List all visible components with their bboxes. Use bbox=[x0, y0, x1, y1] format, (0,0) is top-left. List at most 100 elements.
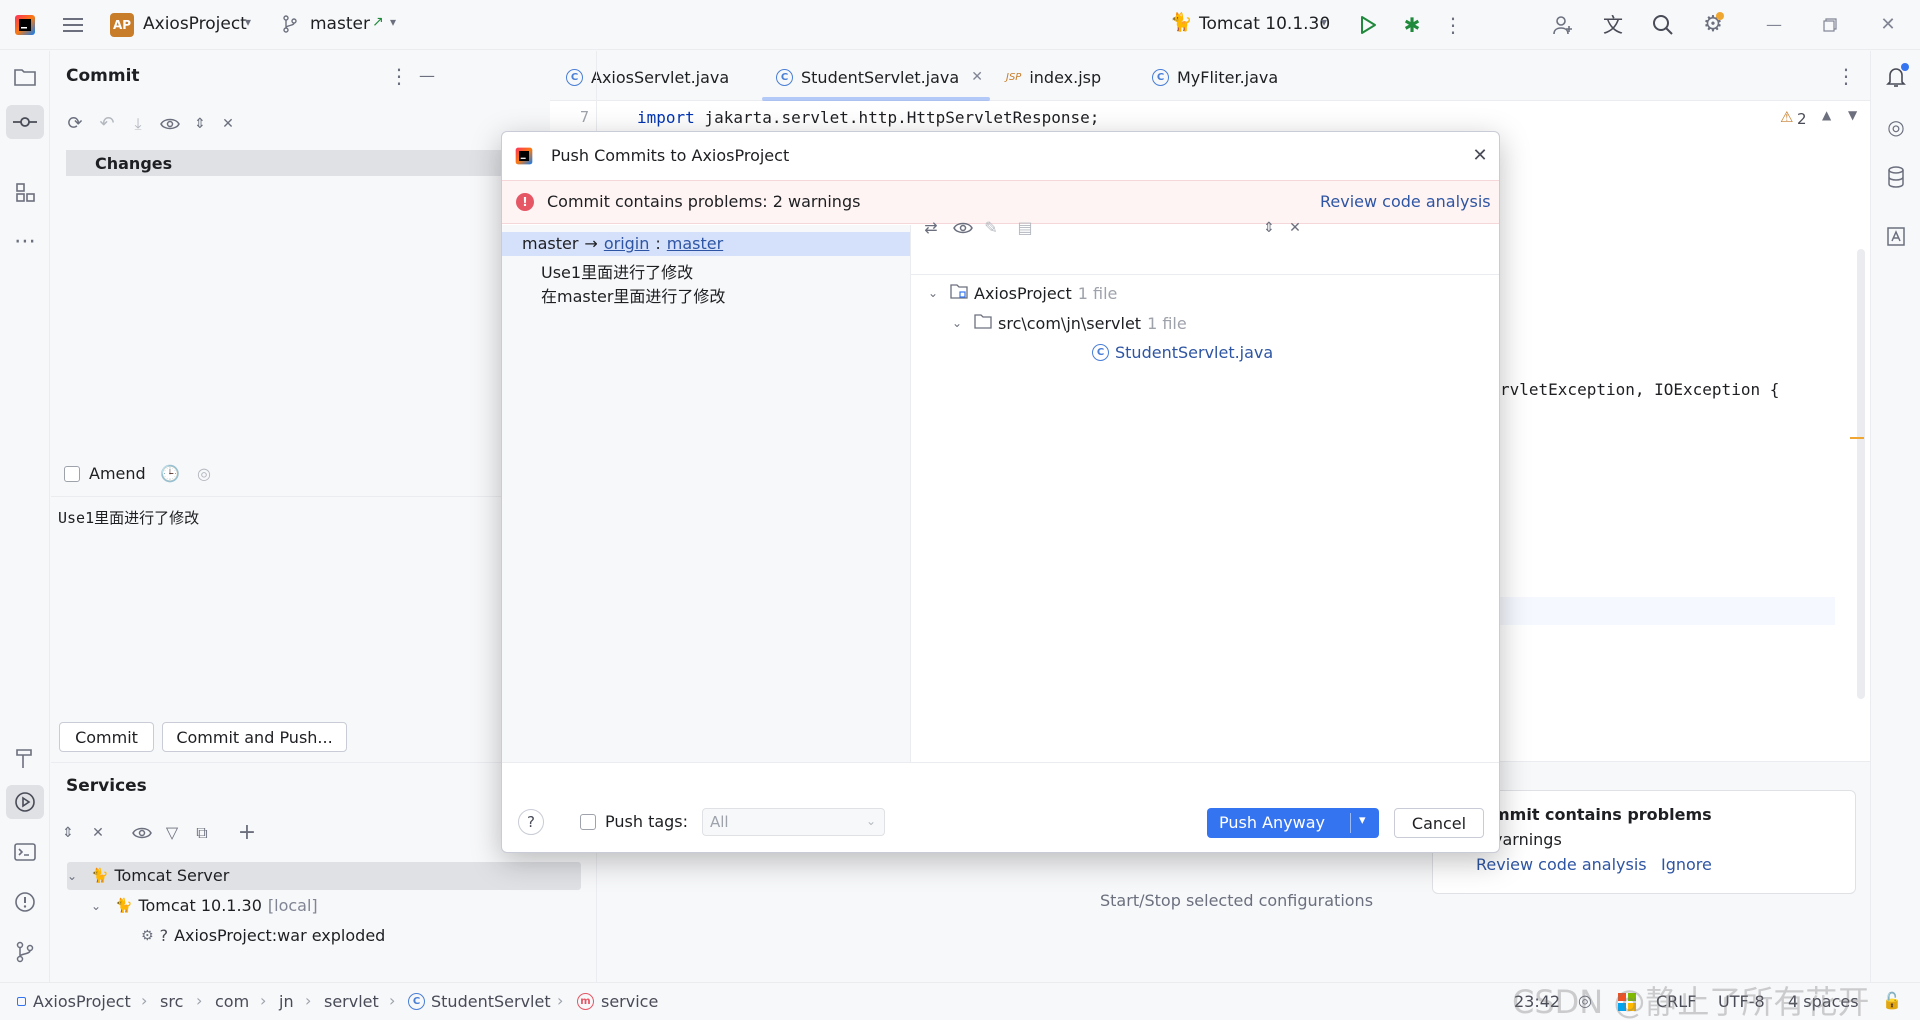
translation-icon[interactable] bbox=[1883, 223, 1909, 249]
breadcrumb-project[interactable]: AxiosProject bbox=[33, 992, 131, 1011]
breadcrumb-method[interactable]: service bbox=[601, 992, 658, 1011]
chevron-down-icon[interactable]: ▾ bbox=[245, 16, 251, 28]
run-config-name[interactable]: Tomcat 10.1.30 bbox=[1199, 14, 1330, 34]
help-button[interactable]: ? bbox=[518, 809, 544, 835]
ai-assistant-icon[interactable]: ◎ bbox=[1883, 114, 1909, 140]
terminal-icon[interactable] bbox=[12, 839, 38, 865]
files-tree-file[interactable]: C StudentServlet.java bbox=[1092, 343, 1273, 362]
remote-link[interactable]: origin bbox=[604, 234, 650, 253]
breadcrumb-servlet[interactable]: servlet bbox=[324, 992, 379, 1011]
more-tools-icon[interactable]: ⋯ bbox=[12, 229, 38, 255]
breadcrumb-src[interactable]: src bbox=[160, 992, 183, 1011]
commit-button[interactable]: Commit bbox=[59, 722, 154, 752]
push-anyway-button[interactable]: Push Anyway ▾ bbox=[1207, 808, 1379, 838]
more-vertical-icon[interactable]: ⋮ bbox=[389, 64, 409, 88]
view-options-eye-icon[interactable] bbox=[952, 217, 974, 239]
commit-item[interactable]: 在master里面进行了修改 bbox=[541, 283, 725, 307]
intellij-logo-icon[interactable] bbox=[12, 12, 38, 38]
dialog-close-icon[interactable]: ✕ bbox=[1468, 144, 1492, 168]
project-folder-icon[interactable] bbox=[12, 64, 38, 90]
more-vertical-icon[interactable]: ⋮ bbox=[1443, 13, 1463, 37]
add-user-icon[interactable] bbox=[1550, 13, 1576, 37]
tab-axios-servlet[interactable]: C AxiosServlet.java bbox=[566, 59, 729, 95]
add-service-icon[interactable]: + bbox=[236, 822, 258, 844]
new-tab-icon[interactable]: ⧉ bbox=[191, 822, 213, 844]
view-options-eye-icon[interactable] bbox=[159, 113, 181, 135]
refresh-icon[interactable]: ⟳ bbox=[64, 113, 86, 135]
review-code-analysis-link[interactable]: Review code analysis bbox=[1320, 192, 1491, 211]
breadcrumb-jn[interactable]: jn bbox=[279, 992, 294, 1011]
remote-branch-link[interactable]: master bbox=[667, 234, 723, 253]
filter-icon[interactable]: ▽ bbox=[161, 822, 183, 844]
chevron-down-icon[interactable]: ⌄ bbox=[928, 286, 944, 300]
services-icon[interactable] bbox=[12, 789, 38, 815]
chevron-down-icon[interactable]: ▾ bbox=[1359, 813, 1366, 828]
tree-item-tomcat-server[interactable]: ⌄ 🐈 Tomcat Server bbox=[67, 866, 229, 885]
problems-icon[interactable] bbox=[12, 889, 38, 915]
tab-student-servlet[interactable]: C StudentServlet.java ✕ bbox=[776, 59, 983, 95]
code-line-throws[interactable]: rvletException, IOException { bbox=[1500, 380, 1779, 399]
collapse-all-icon[interactable]: ✕ bbox=[217, 113, 239, 135]
debug-icon[interactable]: ✱ bbox=[1400, 13, 1424, 37]
git-icon[interactable] bbox=[12, 939, 38, 965]
ai-assistant-icon[interactable]: ◎ bbox=[193, 463, 215, 485]
tree-item-artifact[interactable]: ⚙ ? AxiosProject:war exploded bbox=[141, 926, 385, 945]
commit-message-field[interactable]: Use1里面进行了修改 bbox=[58, 507, 199, 528]
push-tags-label[interactable]: Push tags: bbox=[605, 812, 688, 831]
structure-icon[interactable] bbox=[12, 179, 38, 205]
collapse-all-icon[interactable]: ✕ bbox=[1284, 217, 1306, 239]
notification-ignore-link[interactable]: Ignore bbox=[1661, 855, 1712, 874]
edit-pencil-icon[interactable]: ✎ bbox=[980, 217, 1002, 239]
run-icon[interactable] bbox=[1356, 13, 1380, 37]
breadcrumb-class[interactable]: StudentServlet bbox=[431, 992, 551, 1011]
lock-icon[interactable]: 🔓 bbox=[1882, 991, 1902, 1010]
chevron-down-icon[interactable]: ⌄ bbox=[91, 899, 109, 913]
push-tags-checkbox[interactable] bbox=[580, 814, 596, 830]
commit-item[interactable]: Use1里面进行了修改 bbox=[541, 259, 693, 283]
commit-icon[interactable] bbox=[12, 109, 38, 135]
warning-count[interactable]: 2 bbox=[1797, 110, 1807, 128]
close-window-icon[interactable]: ✕ bbox=[1876, 13, 1900, 37]
view-options-eye-icon[interactable] bbox=[131, 822, 153, 844]
search-icon[interactable] bbox=[1650, 13, 1676, 37]
editor-scrollbar[interactable] bbox=[1857, 249, 1865, 699]
translate-icon[interactable]: 文 bbox=[1600, 13, 1626, 37]
branch-name[interactable]: master bbox=[310, 14, 370, 34]
warning-triangle-icon[interactable]: ⚠ bbox=[1780, 108, 1793, 126]
collapse-all-icon[interactable]: ✕ bbox=[87, 822, 109, 844]
expand-all-icon[interactable]: ⇕ bbox=[57, 822, 79, 844]
database-icon[interactable] bbox=[1883, 164, 1909, 190]
amend-checkbox[interactable] bbox=[64, 466, 80, 482]
chevron-down-icon[interactable]: ▼ bbox=[1848, 109, 1857, 121]
group-by-icon[interactable]: ▤ bbox=[1014, 217, 1036, 239]
more-vertical-icon[interactable]: ⋮ bbox=[1836, 64, 1856, 88]
chevron-down-icon[interactable]: ⌄ bbox=[67, 869, 85, 883]
build-hammer-icon[interactable] bbox=[12, 745, 38, 771]
compare-icon[interactable]: ⇄ bbox=[920, 217, 942, 239]
tree-item-tomcat-local[interactable]: ⌄ 🐈 Tomcat 10.1.30 [local] bbox=[91, 896, 318, 915]
expand-all-icon[interactable]: ⇕ bbox=[1258, 217, 1280, 239]
restore-icon[interactable] bbox=[1818, 13, 1842, 37]
chevron-down-icon[interactable]: ▾ bbox=[390, 16, 396, 28]
project-name[interactable]: AxiosProject bbox=[143, 14, 247, 34]
tab-myfliter[interactable]: C MyFliter.java bbox=[1152, 59, 1278, 95]
main-menu-icon[interactable] bbox=[60, 12, 86, 38]
history-clock-icon[interactable]: 🕒 bbox=[159, 463, 181, 485]
notification-review-link[interactable]: Review code analysis bbox=[1476, 855, 1647, 874]
push-tags-select[interactable]: All ⌄ bbox=[702, 808, 885, 836]
amend-label[interactable]: Amend bbox=[89, 464, 146, 483]
hide-panel-icon[interactable]: — bbox=[415, 64, 439, 88]
files-tree-package[interactable]: ⌄ src\com\jn\servlet 1 file bbox=[952, 313, 1187, 333]
rollback-icon[interactable]: ↶ bbox=[96, 113, 118, 135]
chevron-up-icon[interactable]: ▲ bbox=[1822, 109, 1831, 121]
expand-all-icon[interactable]: ⇕ bbox=[189, 113, 211, 135]
files-tree-project[interactable]: ⌄ AxiosProject 1 file bbox=[928, 283, 1117, 303]
tab-index-jsp[interactable]: JSP index.jsp bbox=[1006, 59, 1101, 95]
chevron-down-icon[interactable]: ▾ bbox=[1321, 16, 1327, 28]
code-line-import[interactable]: import jakarta.servlet.http.HttpServletR… bbox=[637, 108, 1099, 127]
minimize-icon[interactable]: — bbox=[1762, 13, 1786, 37]
shelve-icon[interactable]: ⤓ bbox=[127, 113, 149, 135]
breadcrumb-com[interactable]: com bbox=[215, 992, 249, 1011]
project-badge[interactable]: AP bbox=[110, 13, 134, 37]
branch-target-row[interactable]: master → origin : master bbox=[522, 234, 723, 253]
